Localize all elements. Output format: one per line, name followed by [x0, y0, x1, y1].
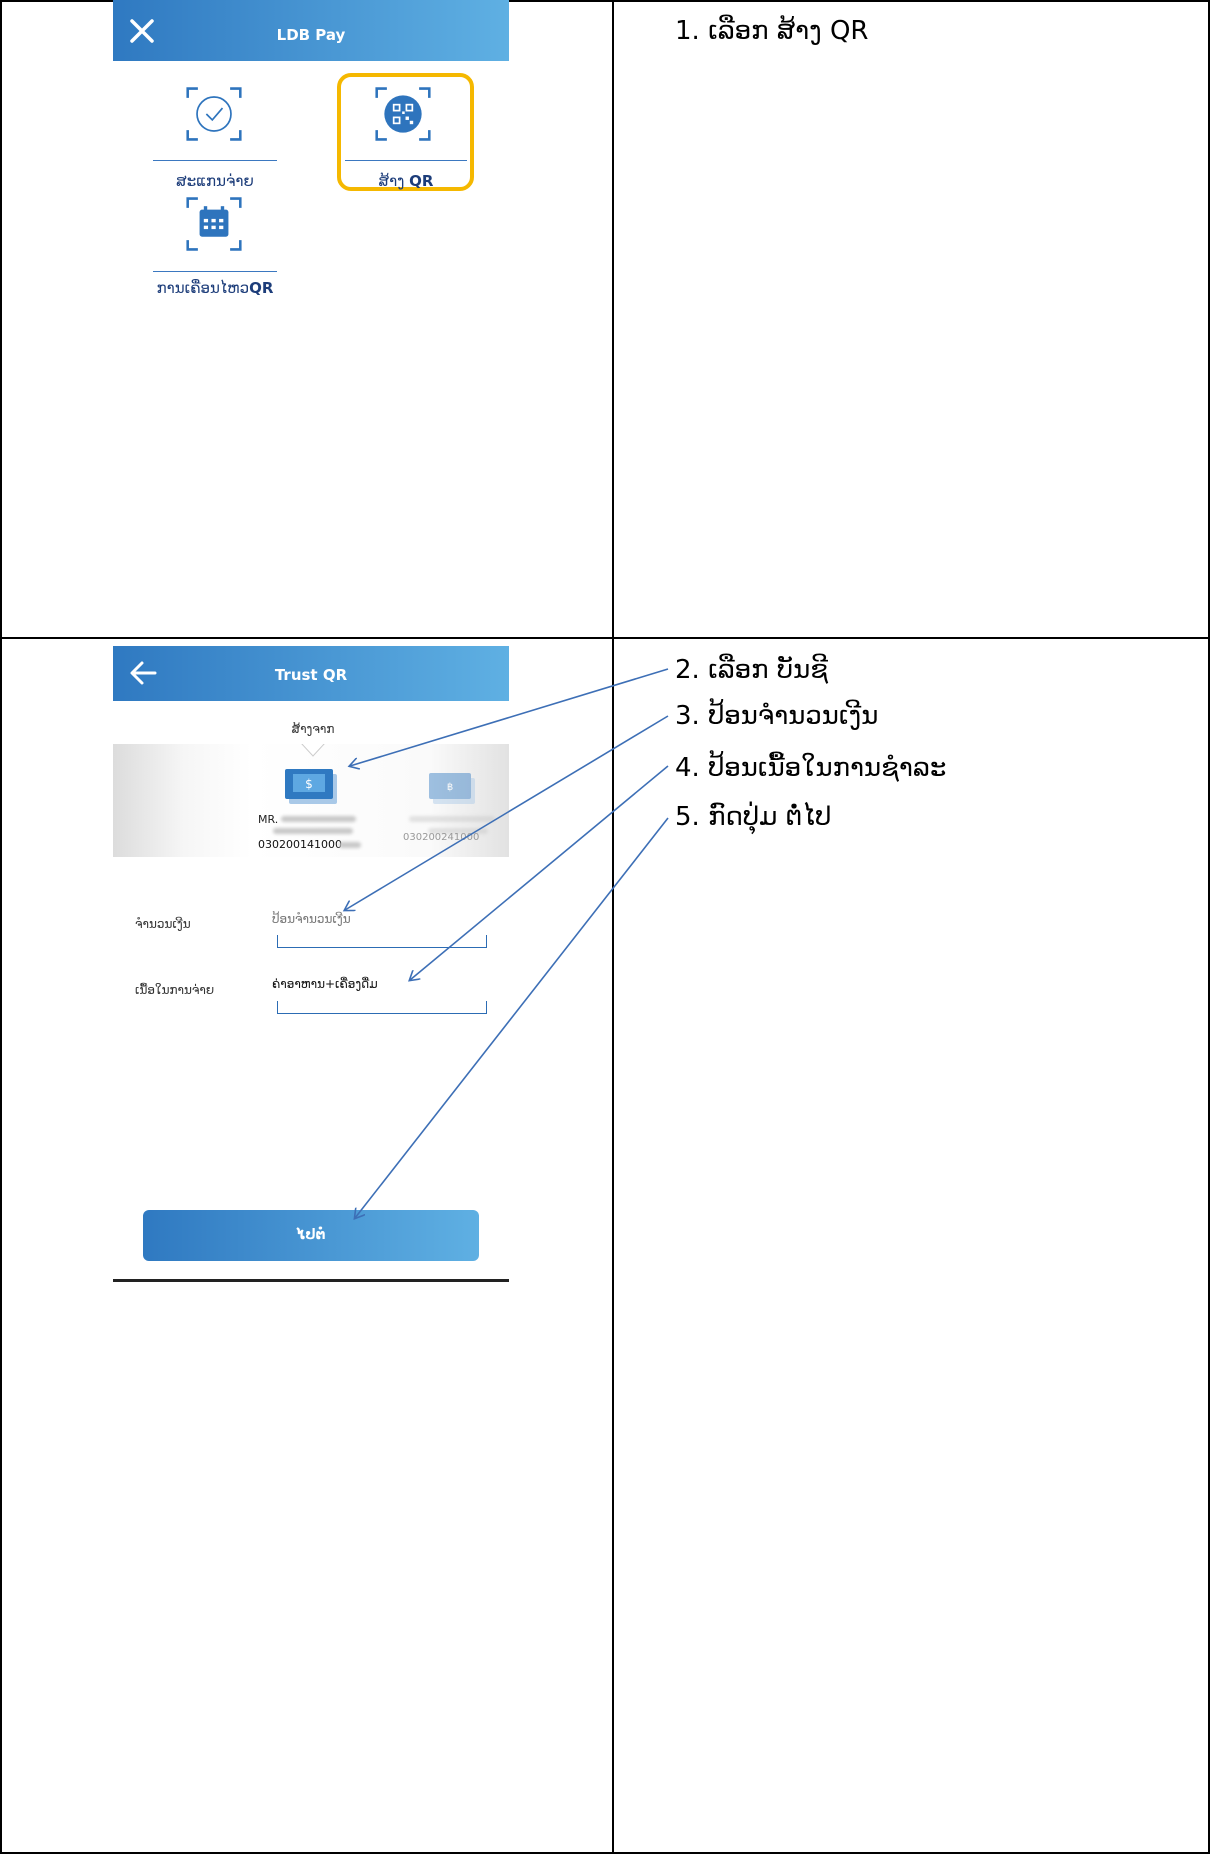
arrow-step-4 [410, 765, 669, 980]
arrow-step-5 [355, 817, 669, 1218]
annotation-arrows [0, 668, 669, 1854]
arrow-step-2 [350, 668, 669, 766]
